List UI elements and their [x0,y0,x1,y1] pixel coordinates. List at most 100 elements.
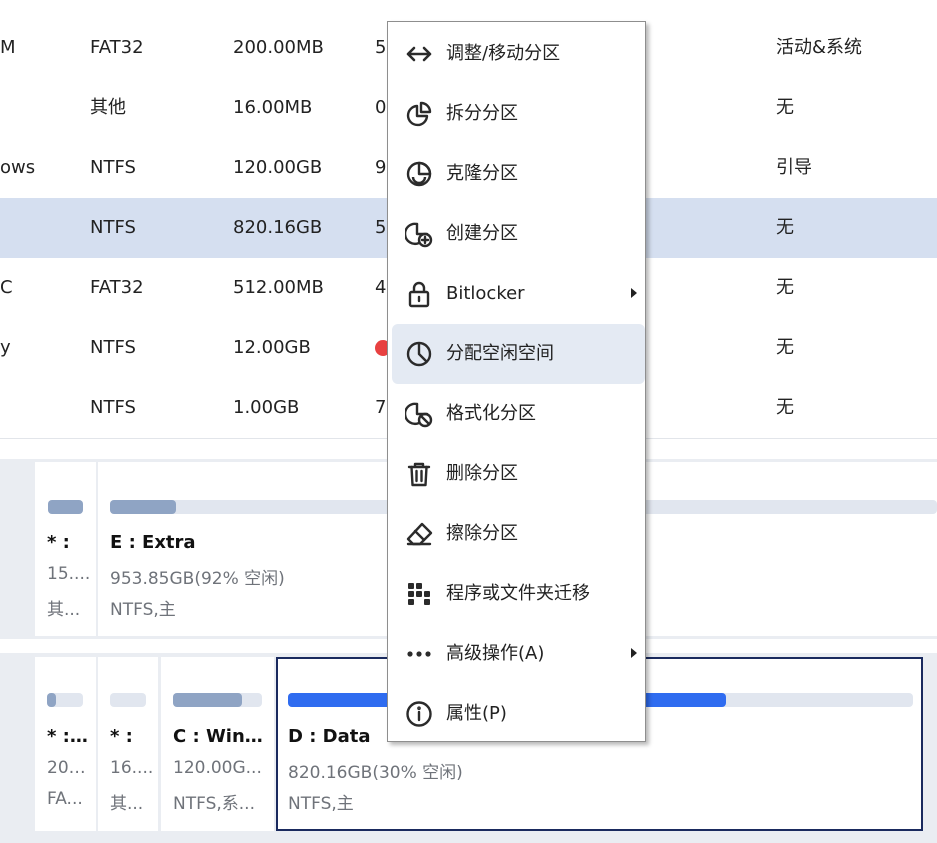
partition-type: 无 [776,277,794,298]
partition-title: * : ... [47,726,93,747]
menu-item-clone-partition[interactable]: 克隆分区 [392,144,645,204]
partition-name: M [0,37,16,58]
file-system: FAT32 [90,277,144,298]
partition-title: C : Wind... [173,726,272,747]
partition-card[interactable]: * : 16.... 其... [98,657,158,831]
used-value: 7 [375,397,387,418]
format-partition-icon [405,402,433,428]
clone-partition-icon [406,161,432,187]
more-dots-icon [407,651,431,657]
menu-item-advanced[interactable]: 高级操作(A) [392,624,645,684]
split-partition-icon [406,101,432,127]
menu-item-label: 格式化分区 [446,403,536,424]
used-value: 4 [375,277,387,298]
partition-name: C [0,277,13,298]
used-value: 5 [375,217,387,238]
resize-move-icon [406,46,432,62]
menu-item-resize-move[interactable]: 调整/移动分区 [392,24,645,84]
allocate-space-icon [406,341,432,367]
usage-fill [110,500,177,514]
usage-bar [48,500,83,514]
partition-name: y [0,337,11,358]
create-partition-icon [405,222,433,248]
partition-type: 引导 [776,157,812,178]
partition-title: * : [110,726,133,747]
menu-item-label: 分配空闲空间 [446,343,554,364]
trash-icon [407,462,431,487]
file-system: NTFS [90,217,136,238]
partition-fs: NTFS,系... [173,794,255,814]
menu-item-format-partition[interactable]: 格式化分区 [392,384,645,444]
file-system: NTFS [90,397,136,418]
menu-item-label: 创建分区 [446,223,518,244]
partition-fs: NTFS,主 [288,794,354,814]
menu-item-label: 程序或文件夹迁移 [446,583,590,604]
usage-bar [47,693,83,707]
partition-fs: 其... [110,794,144,814]
menu-item-app-migration[interactable]: 程序或文件夹迁移 [392,564,645,624]
menu-item-label: 拆分分区 [446,103,518,124]
menu-item-label: 属性(P) [446,703,507,724]
menu-item-allocate-space[interactable]: 分配空闲空间 [392,324,645,384]
partition-size: 120.00G... [173,758,262,778]
partition-type: 无 [776,337,794,358]
partition-title: * : [47,532,70,553]
partition-fs: 其... [47,600,81,620]
usage-fill [48,500,83,514]
capacity: 16.00MB [233,97,313,118]
used-value: 9 [375,157,387,178]
partition-type: 无 [776,217,794,238]
migrate-grid-icon [408,583,430,605]
partition-name: ows [0,157,36,178]
submenu-arrow-icon [631,648,637,658]
menu-item-properties[interactable]: 属性(P) [392,684,645,744]
menu-item-label: Bitlocker [446,283,525,304]
usage-bar [173,693,262,707]
context-menu: 调整/移动分区 拆分分区 克隆分区 创建分区 Bitlocker 分配空闲空间 … [387,21,646,742]
file-system: NTFS [90,337,136,358]
usage-fill [47,693,56,707]
partition-card[interactable]: * : 15.... 其... [35,462,96,636]
menu-item-label: 克隆分区 [446,163,518,184]
capacity: 512.00MB [233,277,324,298]
capacity: 820.16GB [233,217,323,238]
file-system: 其他 [90,97,126,118]
partition-fs: FA... [47,789,83,809]
partition-title: D : Data [288,726,371,747]
capacity: 120.00GB [233,157,323,178]
partition-fs: NTFS,主 [110,600,176,620]
partition-size: 820.16GB(30% 空闲) [288,763,463,783]
partition-size: 15.... [47,564,91,584]
menu-item-label: 高级操作(A) [446,643,545,664]
eraser-icon [406,522,433,546]
menu-item-label: 删除分区 [446,463,518,484]
partition-title: E : Extra [110,532,196,553]
partition-type: 无 [776,97,794,118]
partition-card[interactable]: * : ... 200.... FA... [35,657,96,831]
menu-item-bitlocker[interactable]: Bitlocker [392,264,645,324]
used-value: 0 [375,97,387,118]
lock-icon [408,281,430,308]
partition-type: 无 [776,397,794,418]
submenu-arrow-icon [631,288,637,298]
partition-size: 200.... [47,758,93,778]
menu-item-create-partition[interactable]: 创建分区 [392,204,645,264]
usage-bar [110,693,146,707]
info-icon [406,701,432,727]
usage-fill [173,693,243,707]
menu-item-label: 擦除分区 [446,523,518,544]
used-value: 5 [375,37,387,58]
capacity: 1.00GB [233,397,300,418]
menu-item-split-partition[interactable]: 拆分分区 [392,84,645,144]
menu-item-delete-partition[interactable]: 删除分区 [392,444,645,504]
partition-size: 953.85GB(92% 空闲) [110,569,285,589]
partition-size: 16.... [110,758,154,778]
menu-item-label: 调整/移动分区 [446,43,561,64]
partition-type: 活动&系统 [776,37,863,58]
capacity: 12.00GB [233,337,311,358]
file-system: FAT32 [90,37,144,58]
menu-item-wipe-partition[interactable]: 擦除分区 [392,504,645,564]
file-system: NTFS [90,157,136,178]
capacity: 200.00MB [233,37,324,58]
partition-card-c-windows[interactable]: C : Wind... 120.00G... NTFS,系... [161,657,274,831]
